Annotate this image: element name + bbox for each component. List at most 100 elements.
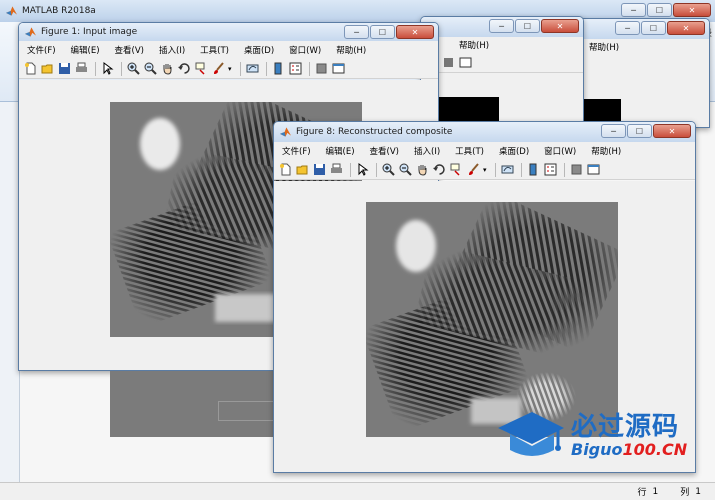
matlab-logo-icon xyxy=(6,6,17,16)
menu-file[interactable]: 文件(F) xyxy=(282,145,311,157)
select-arrow-button[interactable] xyxy=(355,162,370,177)
zoom-out-icon xyxy=(144,62,157,75)
rotate-3d-icon xyxy=(178,63,190,74)
menu-file[interactable]: 文件(F) xyxy=(27,44,56,56)
menu-help[interactable]: 帮助(H) xyxy=(589,41,619,53)
reconstructed-image xyxy=(366,202,618,437)
open-file-button[interactable] xyxy=(40,61,55,76)
open-file-icon xyxy=(296,165,308,175)
show-tools-icon xyxy=(587,164,600,175)
show-tools-button[interactable] xyxy=(586,162,601,177)
print-icon xyxy=(76,62,87,72)
brush-button[interactable] xyxy=(211,61,226,76)
save-icon xyxy=(314,164,325,175)
menu-view[interactable]: 查看(V) xyxy=(115,44,144,56)
data-cursor-button[interactable] xyxy=(449,162,464,177)
pan-button[interactable] xyxy=(415,162,430,177)
zoom-out-button[interactable] xyxy=(143,61,158,76)
menu-insert[interactable]: 插入(I) xyxy=(159,44,185,56)
minimize-icon: ─ xyxy=(354,27,359,37)
print-icon xyxy=(331,163,342,173)
hide-tools-button[interactable] xyxy=(314,61,329,76)
zoom-in-icon xyxy=(127,62,140,75)
show-tools-button[interactable] xyxy=(331,61,346,76)
colorbar-button[interactable] xyxy=(526,162,541,177)
menu-insert[interactable]: 插入(I) xyxy=(414,145,440,157)
matlab-statusbar: 行 1 列 1 xyxy=(0,482,715,500)
rotate-3d-button[interactable] xyxy=(177,61,192,76)
maximize-icon: ☐ xyxy=(655,5,664,15)
maximize-button[interactable]: ☐ xyxy=(370,25,395,39)
figure-icon xyxy=(25,27,36,37)
col-value: 1 xyxy=(695,486,701,497)
menu-window[interactable]: 窗口(W) xyxy=(544,145,576,157)
matlab-title: MATLAB R2018a xyxy=(22,6,96,16)
figure-8-toolbar: ▾ xyxy=(274,160,695,180)
new-figure-button[interactable] xyxy=(278,162,293,177)
legend-icon xyxy=(544,163,557,176)
select-arrow-button[interactable] xyxy=(100,61,115,76)
save-button[interactable] xyxy=(312,162,327,177)
background-figure-2[interactable]: ─ ☐ ✕ 帮助(H) xyxy=(420,16,584,128)
close-icon: ✕ xyxy=(411,27,419,37)
figure-8-menubar: 文件(F) 编辑(E) 查看(V) 插入(I) 工具(T) 桌面(D) 窗口(W… xyxy=(274,142,695,160)
close-button[interactable]: ✕ xyxy=(673,3,711,17)
figure-8-titlebar[interactable]: Figure 8: Reconstructed composite ─ ☐ ✕ xyxy=(274,122,695,142)
figure-8-title: Figure 8: Reconstructed composite xyxy=(296,127,453,137)
menu-help[interactable]: 帮助(H) xyxy=(459,39,489,51)
new-figure-button[interactable] xyxy=(23,61,38,76)
close-icon: ✕ xyxy=(688,5,696,15)
print-button[interactable] xyxy=(74,61,89,76)
data-cursor-icon xyxy=(450,163,460,176)
colorbar-icon xyxy=(274,62,282,75)
maximize-button[interactable]: ☐ xyxy=(627,124,652,138)
background-image-partial xyxy=(110,371,274,437)
menu-view[interactable]: 查看(V) xyxy=(370,145,399,157)
open-file-button[interactable] xyxy=(295,162,310,177)
print-button[interactable] xyxy=(329,162,344,177)
menu-tools[interactable]: 工具(T) xyxy=(455,145,484,157)
menu-edit[interactable]: 编辑(E) xyxy=(71,44,100,56)
legend-button[interactable] xyxy=(288,61,303,76)
legend-button[interactable] xyxy=(543,162,558,177)
col-label: 列 xyxy=(680,488,690,498)
figure-1-menubar: 文件(F) 编辑(E) 查看(V) 插入(I) 工具(T) 桌面(D) 窗口(W… xyxy=(19,41,438,59)
new-figure-icon xyxy=(280,163,291,176)
save-icon xyxy=(59,63,70,74)
menu-help[interactable]: 帮助(H) xyxy=(591,145,621,157)
zoom-out-button[interactable] xyxy=(398,162,413,177)
data-cursor-button[interactable] xyxy=(194,61,209,76)
menu-desktop[interactable]: 桌面(D) xyxy=(244,44,274,56)
brush-button[interactable] xyxy=(466,162,481,177)
link-plot-icon xyxy=(501,165,514,174)
graduation-cap-icon xyxy=(498,412,564,456)
link-plot-icon xyxy=(246,64,259,73)
close-button[interactable]: ✕ xyxy=(396,25,434,39)
row-value: 1 xyxy=(652,486,659,497)
figure-1-titlebar[interactable]: Figure 1: Input image ─ ☐ ✕ xyxy=(19,23,438,41)
link-plot-button[interactable] xyxy=(500,162,515,177)
menu-edit[interactable]: 编辑(E) xyxy=(326,145,355,157)
row-label: 行 xyxy=(637,488,647,498)
link-plot-button[interactable] xyxy=(245,61,260,76)
pan-button[interactable] xyxy=(160,61,175,76)
minimize-button[interactable]: ─ xyxy=(344,25,369,39)
menu-help[interactable]: 帮助(H) xyxy=(336,44,366,56)
minimize-button[interactable]: ─ xyxy=(601,124,626,138)
select-arrow-icon xyxy=(358,163,369,176)
brush-icon xyxy=(469,163,479,175)
zoom-in-button[interactable] xyxy=(381,162,396,177)
menu-tools[interactable]: 工具(T) xyxy=(200,44,229,56)
maximize-icon: ☐ xyxy=(635,126,644,136)
save-button[interactable] xyxy=(57,61,72,76)
minimize-button[interactable]: ─ xyxy=(621,3,646,17)
zoom-in-button[interactable] xyxy=(126,61,141,76)
close-button[interactable]: ✕ xyxy=(653,124,691,138)
minimize-icon: ─ xyxy=(631,5,636,15)
maximize-button[interactable]: ☐ xyxy=(647,3,672,17)
rotate-3d-button[interactable] xyxy=(432,162,447,177)
menu-desktop[interactable]: 桌面(D) xyxy=(499,145,529,157)
colorbar-button[interactable] xyxy=(271,61,286,76)
hide-tools-button[interactable] xyxy=(569,162,584,177)
menu-window[interactable]: 窗口(W) xyxy=(289,44,321,56)
